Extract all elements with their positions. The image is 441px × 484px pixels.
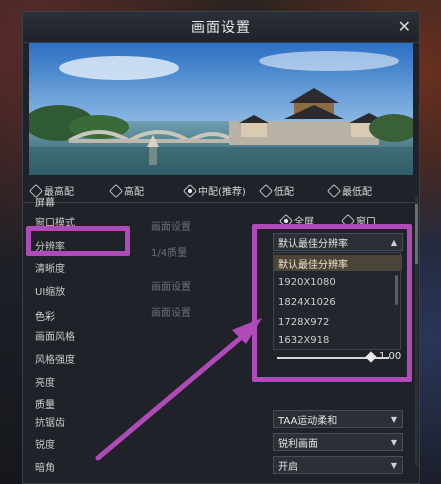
annotation-arrow (95, 318, 262, 461)
